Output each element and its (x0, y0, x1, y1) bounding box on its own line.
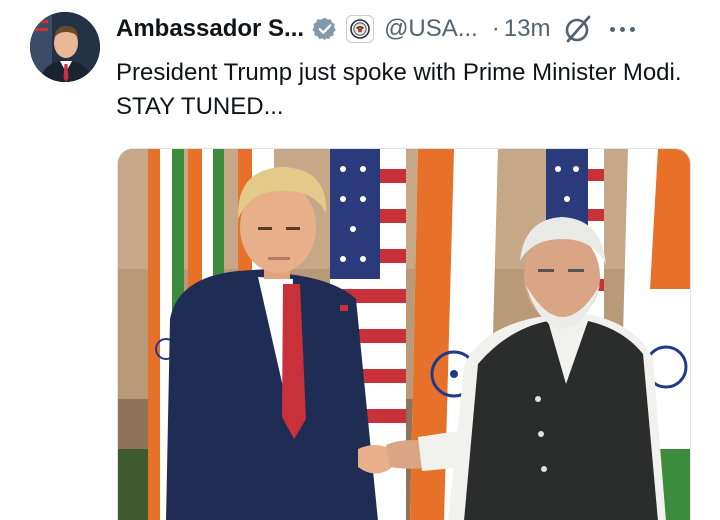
photo-handshake-flags (118, 149, 690, 520)
person-portrait-avatar (30, 12, 100, 82)
timestamp[interactable]: 13m (504, 15, 551, 43)
grok-icon[interactable] (562, 13, 594, 45)
tweet[interactable]: Ambassador S... @USA... · 13m President … (0, 0, 720, 520)
us-seal-affiliate-icon[interactable] (346, 15, 375, 43)
tweet-media-photo[interactable] (117, 148, 691, 520)
verified-badge-icon[interactable] (312, 16, 338, 42)
author-name[interactable]: Ambassador S... (116, 15, 304, 43)
separator-dot: · (491, 15, 500, 42)
author-avatar[interactable] (30, 12, 100, 82)
tweet-header: Ambassador S... @USA... · 13m (116, 12, 696, 46)
tweet-text: President Trump just spoke with Prime Mi… (116, 59, 682, 120)
more-options-icon[interactable] (606, 23, 639, 36)
author-handle[interactable]: @USA... (384, 15, 478, 43)
